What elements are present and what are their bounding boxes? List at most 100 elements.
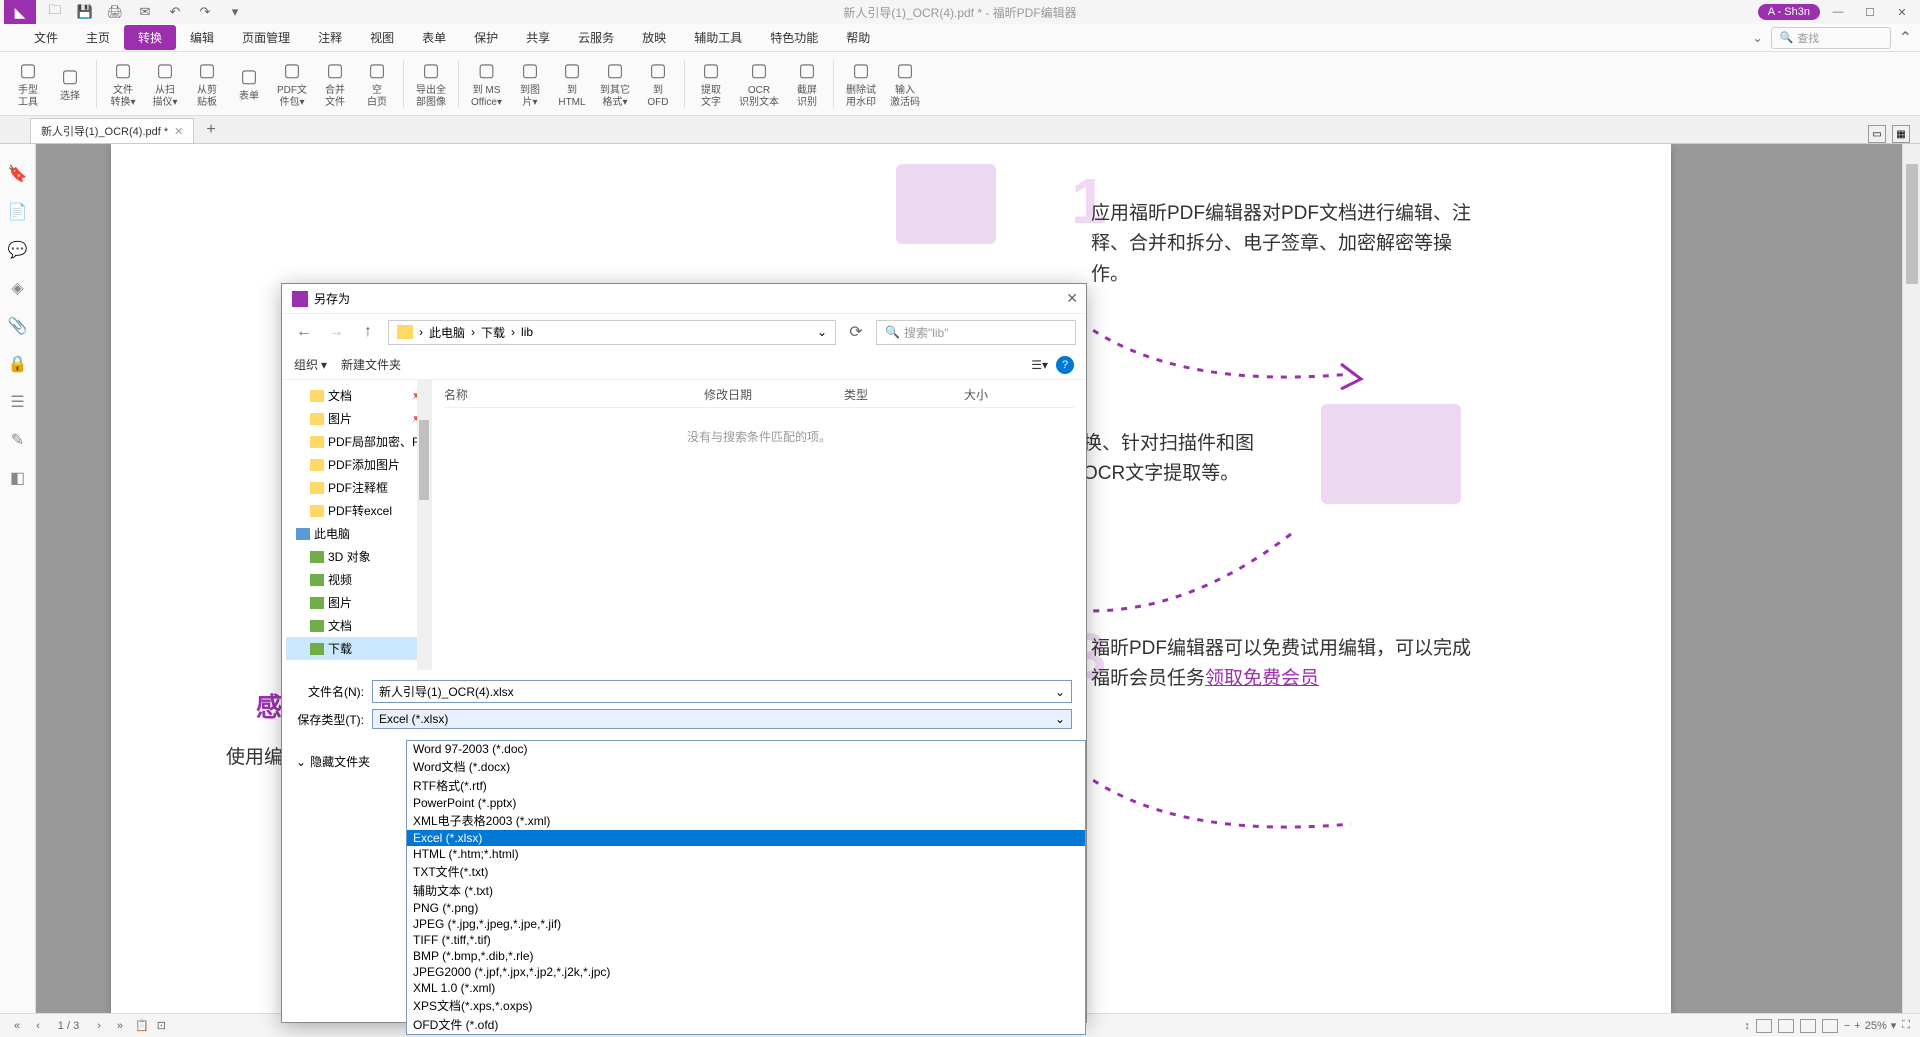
ribbon-OCR识别文本[interactable]: ▢OCR 识别文本: [733, 57, 785, 111]
ribbon-从剪贴板[interactable]: ▢从剪 贴板: [187, 57, 227, 111]
qat-more[interactable]: ▾: [224, 1, 246, 23]
qat-redo[interactable]: ↷: [194, 1, 216, 23]
prev-page-button[interactable]: ‹: [32, 1020, 44, 1032]
form-icon[interactable]: ☰: [8, 392, 28, 412]
menu-云服务[interactable]: 云服务: [564, 25, 628, 50]
ribbon-从扫描仪[interactable]: ▢从扫 描仪▾: [145, 57, 185, 111]
qat-open[interactable]: 🗀: [44, 1, 66, 23]
hide-folders-toggle[interactable]: ⌄隐藏文件夹: [296, 753, 370, 770]
tab-close-icon[interactable]: ✕: [174, 125, 183, 138]
menu-页面管理[interactable]: 页面管理: [228, 25, 304, 50]
menu-特色功能[interactable]: 特色功能: [756, 25, 832, 50]
tree-PDF注释框[interactable]: PDF注释框: [286, 476, 427, 499]
column-size[interactable]: 大小: [964, 386, 1044, 403]
tree-文档[interactable]: 文档: [286, 614, 427, 637]
view-mode-3[interactable]: [1800, 1019, 1816, 1033]
menu-保护[interactable]: 保护: [460, 25, 512, 50]
paste-icon[interactable]: 📋: [135, 1019, 149, 1032]
ribbon-截屏识别[interactable]: ▢截屏 识别: [787, 57, 827, 111]
scroll-thumb[interactable]: [1906, 164, 1918, 284]
tree-图片[interactable]: 图片: [286, 591, 427, 614]
comments-icon[interactable]: 💬: [8, 240, 28, 260]
menu-表单[interactable]: 表单: [408, 25, 460, 50]
menu-search[interactable]: 🔍 查找: [1771, 27, 1891, 49]
column-name[interactable]: 名称: [444, 386, 704, 403]
nav-up-button[interactable]: ↑: [356, 320, 380, 344]
qat-undo[interactable]: ↶: [164, 1, 186, 23]
close-button[interactable]: ✕: [1888, 2, 1916, 22]
column-date[interactable]: 修改日期: [704, 386, 844, 403]
pages-icon[interactable]: 📄: [8, 202, 28, 222]
page-indicator[interactable]: 1 / 3: [52, 1020, 85, 1032]
ribbon-到OFD[interactable]: ▢到 OFD: [638, 57, 678, 111]
view-options-button[interactable]: ☰▾: [1031, 358, 1048, 372]
filetype-option[interactable]: PNG (*.png): [407, 900, 1085, 916]
zoom-in-button[interactable]: +: [1854, 1020, 1860, 1032]
free-member-link[interactable]: 领取免费会员: [1205, 668, 1319, 689]
first-page-button[interactable]: «: [10, 1020, 24, 1032]
menu-视图[interactable]: 视图: [356, 25, 408, 50]
filetype-option[interactable]: OFD文件 (*.ofd): [407, 1015, 1085, 1034]
reflow-icon[interactable]: ↕: [1744, 1020, 1750, 1032]
menu-主页[interactable]: 主页: [72, 25, 124, 50]
filetype-option[interactable]: JPEG (*.jpg,*.jpeg,*.jpe,*.jif): [407, 916, 1085, 932]
view-mode-2[interactable]: [1778, 1019, 1794, 1033]
menu-帮助[interactable]: 帮助: [832, 25, 884, 50]
filetype-select[interactable]: Excel (*.xlsx)⌄: [372, 709, 1072, 729]
minimize-button[interactable]: —: [1824, 2, 1852, 22]
tree-视频[interactable]: 视频: [286, 568, 427, 591]
menu-dropdown-icon[interactable]: ⌄: [1753, 31, 1763, 45]
vertical-scrollbar[interactable]: [1902, 144, 1920, 1021]
last-page-button[interactable]: »: [113, 1020, 127, 1032]
fullscreen-icon[interactable]: ⛶: [1902, 1019, 1910, 1032]
filetype-option[interactable]: Word 97-2003 (*.doc): [407, 741, 1085, 757]
tree-图片[interactable]: 图片📌: [286, 407, 427, 430]
qat-print[interactable]: 🖨: [104, 1, 126, 23]
refresh-button[interactable]: ⟳: [844, 320, 868, 344]
ribbon-提取文字[interactable]: ▢提取 文字: [691, 57, 731, 111]
ribbon-文件转换[interactable]: ▢文件 转换▾: [103, 57, 143, 111]
view-single-icon[interactable]: ▭: [1868, 125, 1886, 143]
tab-add-button[interactable]: +: [202, 117, 219, 143]
qat-save[interactable]: 💾: [74, 1, 96, 23]
filetype-option[interactable]: XML电子表格2003 (*.xml): [407, 811, 1085, 830]
tree-scrollbar[interactable]: [417, 380, 431, 670]
tree-3D 对象[interactable]: 3D 对象: [286, 545, 427, 568]
zoom-level[interactable]: 25%: [1865, 1020, 1887, 1032]
filetype-option[interactable]: XML 1.0 (*.xml): [407, 980, 1085, 996]
security-icon[interactable]: 🔒: [8, 354, 28, 374]
ribbon-输入激活码[interactable]: ▢输入 激活码: [884, 57, 926, 111]
zoom-out-button[interactable]: −: [1844, 1020, 1850, 1032]
tree-PDF添加图片[interactable]: PDF添加图片: [286, 453, 427, 476]
filetype-option[interactable]: XPS文档(*.xps,*.oxps): [407, 996, 1085, 1015]
view-mode-1[interactable]: [1756, 1019, 1772, 1033]
ribbon-到HTML[interactable]: ▢到 HTML: [552, 57, 592, 111]
menu-辅助工具[interactable]: 辅助工具: [680, 25, 756, 50]
filetype-option[interactable]: BMP (*.bmp,*.dib,*.rle): [407, 948, 1085, 964]
user-badge[interactable]: A - Sh3n: [1758, 4, 1820, 20]
filetype-option[interactable]: Excel (*.xlsx): [407, 830, 1085, 846]
menu-共享[interactable]: 共享: [512, 25, 564, 50]
filename-input[interactable]: 新人引导(1)_OCR(4).xlsx⌄: [372, 680, 1072, 703]
tree-下载[interactable]: 下载: [286, 637, 427, 660]
maximize-button[interactable]: ☐: [1856, 2, 1884, 22]
fit-icon[interactable]: ⊡: [157, 1019, 166, 1032]
document-tab[interactable]: 新人引导(1)_OCR(4).pdf * ✕: [30, 118, 194, 143]
menu-放映[interactable]: 放映: [628, 25, 680, 50]
ribbon-选择[interactable]: ▢选择: [50, 63, 90, 105]
filetype-option[interactable]: RTF格式(*.rtf): [407, 776, 1085, 795]
ribbon-合并文件[interactable]: ▢合并 文件: [315, 57, 355, 111]
tree-PDF转excel[interactable]: PDF转excel: [286, 499, 427, 522]
zoom-dropdown-icon[interactable]: ▾: [1891, 1019, 1897, 1032]
ribbon-到MSOffice[interactable]: ▢到 MS Office▾: [465, 57, 508, 111]
column-type[interactable]: 类型: [844, 386, 964, 403]
filetype-option[interactable]: PowerPoint (*.pptx): [407, 795, 1085, 811]
filetype-option[interactable]: TIFF (*.tiff,*.tif): [407, 932, 1085, 948]
ribbon-PDF文件包[interactable]: ▢PDF文 件包▾: [271, 57, 313, 111]
dialog-close-button[interactable]: ✕: [1066, 290, 1078, 307]
filetype-option[interactable]: JPEG2000 (*.jpf,*.jpx,*.jp2,*.j2k,*.jpc): [407, 964, 1085, 980]
menu-文件[interactable]: 文件: [20, 25, 72, 50]
qat-mail[interactable]: ✉: [134, 1, 156, 23]
filetype-option[interactable]: 辅助文本 (*.txt): [407, 881, 1085, 900]
help-icon[interactable]: ?: [1056, 356, 1074, 374]
